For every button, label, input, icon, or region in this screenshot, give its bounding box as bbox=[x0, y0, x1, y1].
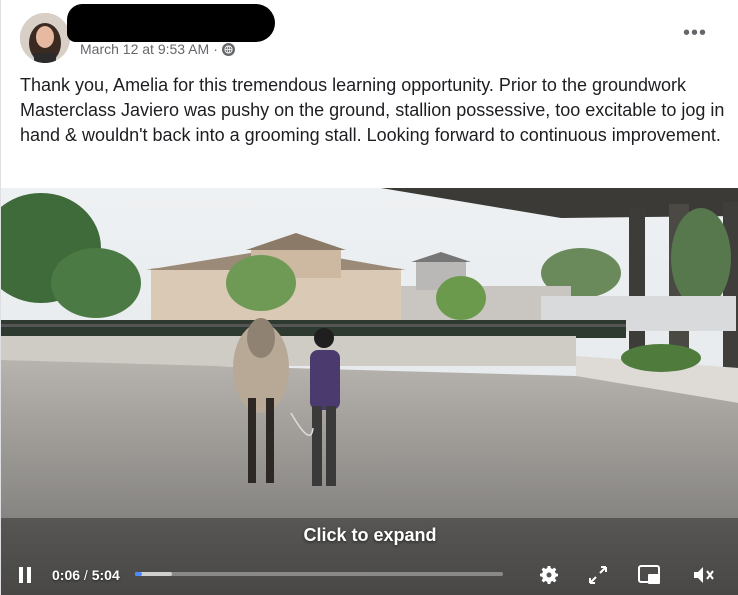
redacted-name bbox=[67, 4, 275, 42]
avatar[interactable] bbox=[20, 13, 70, 63]
post-body: Thank you, Amelia for this tremendous le… bbox=[20, 75, 725, 145]
more-options-button[interactable]: ••• bbox=[683, 22, 707, 45]
click-to-expand[interactable]: Click to expand bbox=[1, 525, 738, 546]
globe-icon bbox=[221, 42, 235, 56]
time-display: 0:06 / 5:04 bbox=[52, 567, 120, 583]
post-card: March 12 at 9:53 AM · ••• Thank you, Ame… bbox=[0, 0, 738, 595]
duration: 5:04 bbox=[91, 567, 120, 583]
meta-separator: · bbox=[213, 41, 218, 57]
expand-icon[interactable] bbox=[587, 564, 609, 591]
time-separator: / bbox=[80, 567, 92, 583]
gear-icon[interactable] bbox=[537, 563, 561, 592]
volume-muted-icon[interactable] bbox=[691, 563, 717, 592]
progress-bar[interactable] bbox=[135, 572, 503, 576]
post-timestamp[interactable]: March 12 at 9:53 AM bbox=[80, 41, 209, 57]
post-meta: March 12 at 9:53 AM · bbox=[80, 41, 235, 57]
progress-fill bbox=[135, 572, 143, 576]
picture-in-picture-icon[interactable] bbox=[637, 563, 663, 592]
current-time: 0:06 bbox=[52, 567, 81, 583]
pause-icon[interactable] bbox=[17, 566, 33, 589]
